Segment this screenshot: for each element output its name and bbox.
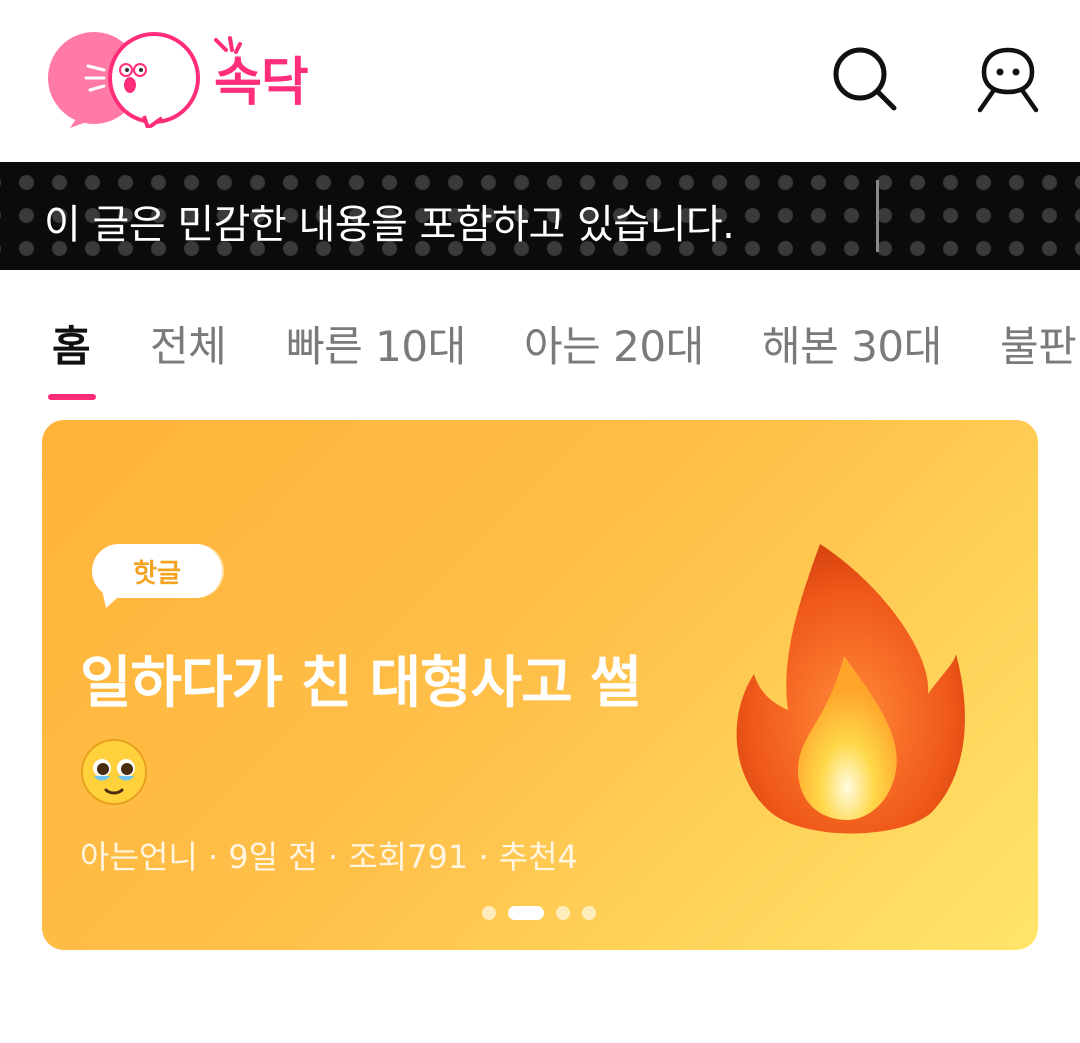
banner-divider: [876, 180, 879, 252]
app-header: 속닥: [0, 0, 1080, 160]
fire-icon: [732, 544, 972, 844]
carousel-dot[interactable]: [556, 906, 570, 920]
carousel-dot-active[interactable]: [508, 906, 544, 920]
carousel-dot[interactable]: [582, 906, 596, 920]
badge-tail-icon: [102, 590, 126, 608]
logo-bubbles-icon: [48, 32, 200, 132]
tab-20s[interactable]: 아는 20대: [524, 313, 704, 374]
tab-all[interactable]: 전체: [150, 313, 227, 374]
active-tab-indicator: [48, 394, 96, 400]
search-icon[interactable]: [828, 42, 900, 114]
banner-text: 이 글은 민감한 내용을 포함하고 있습니다.: [44, 202, 735, 248]
logo-text: 속닥: [214, 53, 309, 113]
post-title: 일하다가 친 대형사고 썰: [80, 651, 642, 716]
category-tabs: 홈 전체 빠른 10대 아는 20대 해본 30대 불판: [0, 305, 1080, 405]
tab-home[interactable]: 홈: [52, 313, 91, 374]
carousel-indicator: [482, 906, 602, 920]
tab-10s[interactable]: 빠른 10대: [286, 313, 466, 374]
pleading-face-icon: [80, 738, 148, 806]
post-meta: 아는언니 · 9일 전 · 조회791 · 추천4: [80, 838, 578, 876]
sensitive-content-banner[interactable]: 이 글은 민감한 내용을 포함하고 있습니다.: [0, 162, 1080, 270]
tab-hot-board[interactable]: 불판: [1000, 313, 1077, 374]
hot-post-card[interactable]: 핫글 일하다가 친 대형사고 썰 아는언니 · 9일 전 · 조회791 · 추…: [42, 420, 1038, 950]
carousel-dot[interactable]: [482, 906, 496, 920]
tab-30s[interactable]: 해본 30대: [762, 313, 942, 374]
profile-icon[interactable]: [972, 42, 1044, 114]
